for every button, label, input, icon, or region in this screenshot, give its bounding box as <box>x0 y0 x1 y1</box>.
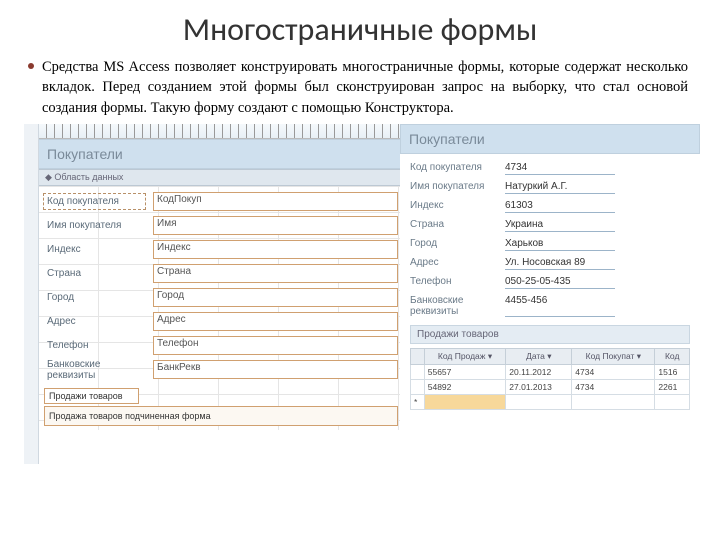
field-value[interactable]: Харьков <box>505 238 615 251</box>
field-label[interactable]: Город <box>44 290 145 305</box>
field-value[interactable]: 4734 <box>505 162 615 175</box>
field-value[interactable]: Украина <box>505 219 615 232</box>
field-value[interactable]: 61303 <box>505 200 615 213</box>
subform-datasheet[interactable]: Код Продаж ▾ Дата ▾ Код Покупат ▾ Код 55… <box>410 348 690 410</box>
field-label[interactable]: Индекс <box>44 242 145 257</box>
field-control[interactable]: БанкРекв <box>153 360 398 379</box>
field-control[interactable]: Адрес <box>153 312 398 331</box>
col-selector[interactable] <box>411 348 425 364</box>
runtime-screenshot: Покупатели Код покупателя4734 Имя покупа… <box>400 124 700 464</box>
subform-label[interactable]: Продажи товаров <box>44 388 139 404</box>
design-grid: Код покупателя КодПокуп Имя покупателя Имя… <box>38 186 404 430</box>
field-label: Адрес <box>410 257 505 270</box>
field-label[interactable]: Банковские реквизиты <box>44 357 145 383</box>
field-value[interactable]: Натуркий А.Г. <box>505 181 615 194</box>
table-row[interactable]: 5565720.11.201247341516 <box>411 364 690 379</box>
field-label[interactable]: Имя покупателя <box>44 218 145 233</box>
field-label[interactable]: Страна <box>44 266 145 281</box>
designer-screenshot: Покупатели ◆ Область данных Код покупате… <box>24 124 404 464</box>
field-label: Код покупателя <box>410 162 505 175</box>
field-label: Страна <box>410 219 505 232</box>
field-value[interactable]: Ул. Носовская 89 <box>505 257 615 270</box>
field-value[interactable]: 050-25-05-435 <box>505 276 615 289</box>
form-header-left: Покупатели <box>38 139 404 169</box>
col-header[interactable]: Код Продаж ▾ <box>424 348 506 364</box>
col-header[interactable]: Код <box>655 348 690 364</box>
subform-container[interactable]: Продажа товаров подчиненная форма <box>44 406 398 426</box>
field-control[interactable]: Имя <box>153 216 398 235</box>
subform-header: Продажи товаров <box>410 325 690 344</box>
screenshots-region: Покупатели ◆ Область данных Код покупате… <box>0 124 720 474</box>
field-control[interactable]: Телефон <box>153 336 398 355</box>
field-label[interactable]: Адрес <box>44 314 145 329</box>
field-label: Город <box>410 238 505 251</box>
ruler <box>38 124 404 139</box>
field-value[interactable]: 4455-456 <box>505 295 615 317</box>
form-header-right: Покупатели <box>400 124 700 154</box>
table-row-new[interactable]: * <box>411 394 690 409</box>
col-header[interactable]: Дата ▾ <box>506 348 572 364</box>
col-header[interactable]: Код Покупат ▾ <box>572 348 655 364</box>
field-control[interactable]: Город <box>153 288 398 307</box>
slide-title: Многостраничные формы <box>0 10 720 49</box>
field-label: Имя покупателя <box>410 181 505 194</box>
table-row[interactable]: 5489227.01.201347342261 <box>411 379 690 394</box>
field-label: Телефон <box>410 276 505 289</box>
field-control[interactable]: КодПокуп <box>153 192 398 211</box>
field-label[interactable]: Телефон <box>44 338 145 353</box>
record-selector-bar <box>24 124 39 464</box>
field-label: Индекс <box>410 200 505 213</box>
field-label[interactable]: Код покупателя <box>44 194 145 209</box>
body-paragraph: Средства MS Access позволяет конструиров… <box>0 57 720 118</box>
field-control[interactable]: Страна <box>153 264 398 283</box>
field-control[interactable]: Индекс <box>153 240 398 259</box>
field-label: Банковские реквизиты <box>410 295 505 317</box>
detail-section-bar: ◆ Область данных <box>38 169 404 186</box>
form-body: Код покупателя4734 Имя покупателяНатурки… <box>400 154 700 418</box>
